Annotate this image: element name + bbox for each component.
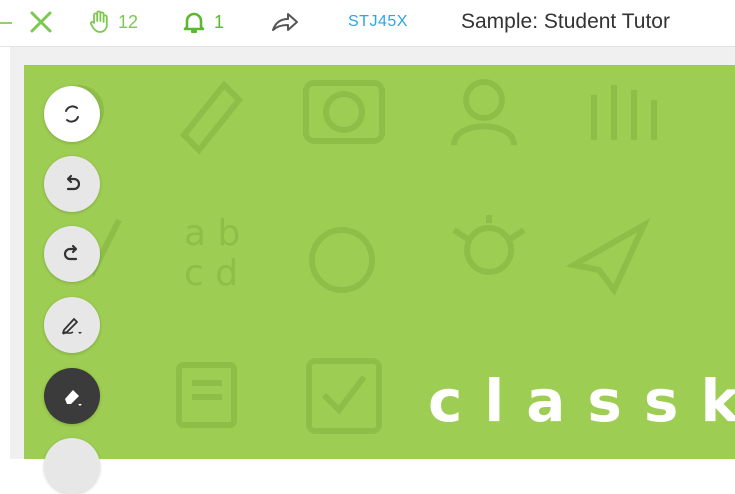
pen-icon [62,318,82,335]
classkick-logo-text: classk [428,367,735,435]
svg-text:a b: a b [184,213,240,254]
undo-button[interactable] [44,156,100,212]
slide-canvas[interactable]: a b c d classk [24,65,735,459]
hand-icon [89,10,108,33]
undo-icon [66,174,81,191]
redo-icon [63,244,78,261]
class-code[interactable]: STJ45X [348,8,408,36]
pen-tool-button[interactable] [44,297,100,353]
eraser-icon [65,390,82,406]
notifications-button[interactable]: 1 [182,8,224,36]
lesson-title: Sample: Student Tutor [461,10,670,33]
side-collapse-indicator [0,22,12,24]
bell-icon [183,12,205,33]
additional-tool-button[interactable] [44,438,100,494]
refresh-button[interactable] [44,86,100,142]
share-button[interactable] [270,8,300,36]
refresh-icon [65,105,79,123]
close-icon [30,11,52,33]
top-toolbar: 12 1 STJ45X Sample: Student Tutor [0,0,735,47]
hand-count: 12 [118,11,139,32]
eraser-tool-button[interactable] [44,368,100,424]
notification-count: 1 [214,11,225,32]
svg-text:c d: c d [184,253,238,294]
share-icon [272,13,298,31]
raise-hand-button[interactable]: 12 [88,8,138,36]
close-button[interactable] [28,9,54,35]
redo-button[interactable] [44,226,100,282]
